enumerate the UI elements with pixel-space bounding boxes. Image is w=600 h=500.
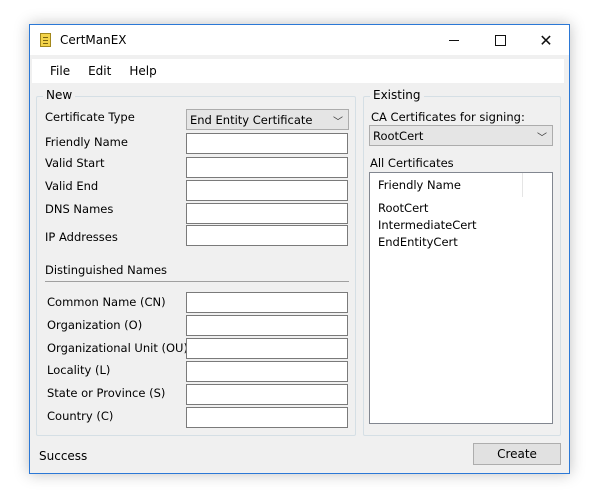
certificate-icon	[40, 33, 51, 47]
dns-names-input[interactable]	[186, 203, 348, 224]
new-group-title: New	[43, 88, 76, 102]
create-button[interactable]: Create	[473, 443, 561, 465]
valid-start-input[interactable]	[186, 157, 348, 178]
all-certificates-list[interactable]: Friendly Name RootCert IntermediateCert …	[369, 172, 553, 424]
valid-end-input[interactable]	[186, 180, 348, 201]
locality-label: Locality (L)	[47, 363, 111, 377]
column-header-friendly-name[interactable]: Friendly Name	[370, 173, 523, 197]
state-input[interactable]	[186, 384, 348, 405]
distinguished-names-separator	[45, 281, 349, 282]
ca-certificate-select[interactable]: RootCert ﹀	[369, 125, 553, 146]
close-icon: ✕	[539, 30, 553, 50]
close-button[interactable]: ✕	[523, 25, 569, 55]
org-unit-label: Organizational Unit (OU)	[47, 341, 188, 355]
common-name-input[interactable]	[186, 292, 348, 313]
org-unit-input[interactable]	[186, 338, 348, 359]
menu-help[interactable]: Help	[120, 64, 165, 78]
existing-group-title: Existing	[370, 88, 424, 102]
organization-label: Organization (O)	[47, 318, 143, 332]
common-name-label: Common Name (CN)	[47, 295, 166, 309]
list-item[interactable]: RootCert	[378, 201, 428, 215]
ip-addresses-label: IP Addresses	[45, 230, 118, 244]
title-bar[interactable]: CertManEX ✕	[30, 25, 569, 55]
menu-edit[interactable]: Edit	[79, 64, 120, 78]
ca-certificates-label: CA Certificates for signing:	[371, 110, 525, 124]
country-label: Country (C)	[47, 409, 114, 423]
valid-end-label: Valid End	[45, 179, 99, 193]
chevron-down-icon: ﹀	[333, 117, 343, 128]
list-header: Friendly Name	[370, 173, 552, 197]
country-input[interactable]	[186, 407, 348, 428]
maximize-icon	[494, 34, 506, 46]
organization-input[interactable]	[186, 315, 348, 336]
locality-input[interactable]	[186, 361, 348, 382]
certificate-type-select[interactable]: End Entity Certificate ﹀	[186, 109, 349, 130]
all-certificates-label: All Certificates	[370, 156, 454, 170]
maximize-button[interactable]	[477, 25, 523, 55]
minimize-button[interactable]	[431, 25, 477, 55]
chevron-down-icon: ﹀	[537, 133, 547, 144]
list-item[interactable]: IntermediateCert	[378, 218, 477, 232]
certificate-type-value: End Entity Certificate	[190, 112, 313, 127]
menu-file[interactable]: File	[41, 64, 79, 78]
window-title: CertManEX	[60, 33, 127, 47]
certmanex-window: CertManEX ✕ File Edit Help New Certifica…	[29, 24, 570, 474]
ca-certificate-value: RootCert	[373, 128, 424, 143]
minimize-icon	[449, 39, 459, 41]
menu-bar: File Edit Help	[32, 59, 564, 83]
friendly-name-label: Friendly Name	[45, 135, 128, 149]
dns-names-label: DNS Names	[45, 202, 114, 216]
valid-start-label: Valid Start	[45, 156, 105, 170]
state-label: State or Province (S)	[47, 386, 166, 400]
friendly-name-input[interactable]	[186, 133, 348, 154]
ip-addresses-input[interactable]	[186, 225, 348, 246]
certificate-type-label: Certificate Type	[45, 110, 135, 124]
list-item[interactable]: EndEntityCert	[378, 235, 458, 249]
distinguished-names-label: Distinguished Names	[45, 263, 168, 277]
status-text: Success	[39, 449, 88, 463]
